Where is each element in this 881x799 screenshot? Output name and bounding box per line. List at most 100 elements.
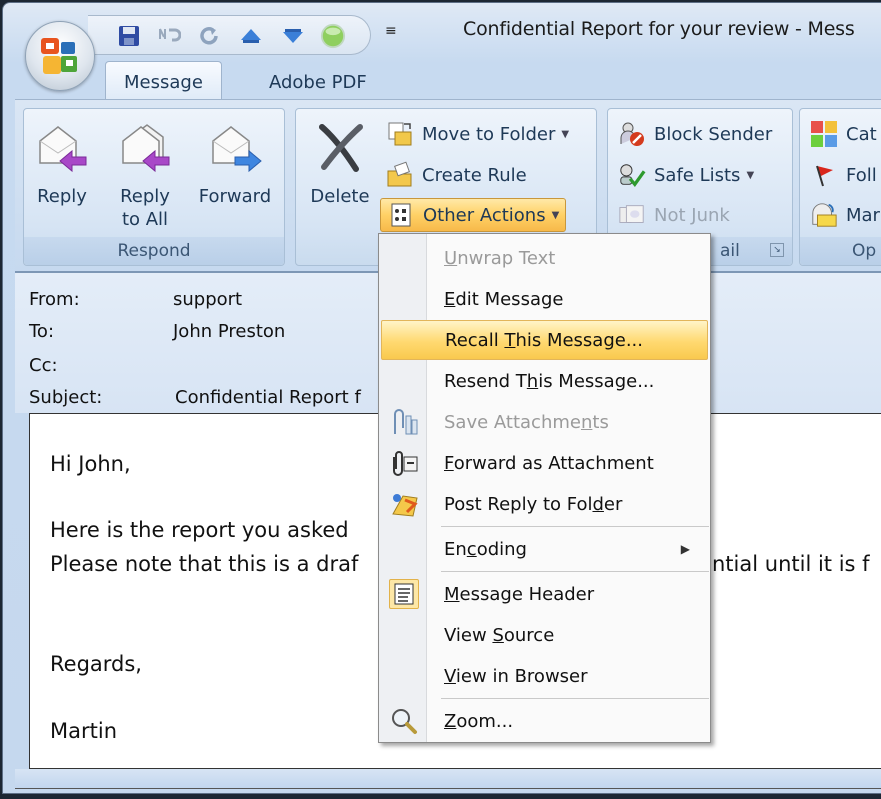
body-line-2-continued: ntial until it is f (712, 552, 870, 576)
menu-item-label: View Source (444, 625, 554, 646)
reply-icon (39, 126, 87, 173)
mark-unread-icon (812, 203, 837, 227)
undo-icon (159, 28, 181, 42)
undo-button[interactable] (156, 24, 182, 48)
reply-all-button[interactable]: Reply to All (110, 119, 180, 231)
menu-item-label-part: U (444, 247, 458, 269)
dialog-launcher-icon[interactable]: ↘ (770, 243, 784, 257)
not-junk-button[interactable]: Not Junk (612, 198, 736, 232)
delete-button[interactable]: Delete (302, 119, 378, 208)
next-item-icon (283, 29, 303, 43)
menu-item-unwrap-text[interactable]: Unwrap Text (381, 238, 708, 278)
menu-separator (441, 571, 709, 572)
previous-item-button[interactable] (238, 24, 264, 48)
mark-label: Mar (846, 204, 880, 226)
menu-item-label-part: E (444, 288, 456, 310)
next-item-button[interactable] (280, 24, 306, 48)
forward-button[interactable]: Forward (192, 119, 278, 208)
menu-item-zoom[interactable]: Zoom... (381, 701, 708, 741)
menu-item-label-part: essage Header (459, 583, 595, 605)
menu-item-label-part: er (603, 493, 623, 515)
follow-up-button[interactable]: Foll (804, 158, 881, 192)
menu-item-resend-this-message[interactable]: Resend This Message... (381, 361, 708, 401)
menu-item-label-part: S (492, 624, 504, 646)
menu-separator (441, 526, 709, 527)
reply-all-icon (122, 124, 170, 173)
categorize-label: Cat (846, 123, 877, 145)
menu-item-save-attachments[interactable]: Save Attachments (381, 402, 708, 442)
tab-adobe-pdf[interactable]: Adobe PDF (251, 61, 385, 103)
menu-item-message-header[interactable]: Message Header (381, 574, 708, 614)
safe-lists-button[interactable]: Safe Lists ▼ (612, 158, 760, 192)
menu-item-label: View in Browser (444, 666, 588, 687)
tab-message[interactable]: Message (105, 61, 222, 103)
from-label: From: (29, 289, 80, 310)
save-icon (119, 26, 139, 46)
menu-item-view-source[interactable]: View Source (381, 615, 708, 655)
menu-item-label-part: Recall (445, 329, 505, 351)
other-actions-label: Other Actions (423, 204, 546, 226)
mark-button[interactable]: Mar (804, 198, 881, 232)
create-rule-icon (387, 161, 412, 187)
save-button[interactable] (116, 24, 142, 48)
not-junk-label: Not Junk (654, 204, 730, 226)
menu-item-label-part: orward as Attachment (453, 452, 654, 474)
other-actions-icon (391, 203, 411, 227)
menu-item-label: Edit Message (444, 289, 563, 310)
office-button[interactable] (25, 21, 95, 91)
menu-item-label: Unwrap Text (444, 248, 555, 269)
menu-item-label: Resend This Message... (444, 371, 654, 392)
subject-label: Subject: (29, 387, 103, 408)
create-rule-label: Create Rule (422, 164, 527, 186)
create-rule-button[interactable]: Create Rule (380, 158, 533, 192)
body-closing: Regards, (50, 652, 142, 676)
menu-item-label: Zoom... (444, 711, 513, 732)
menu-item-post-reply-to-folder[interactable]: Post Reply to Folder (381, 484, 708, 524)
status-orb-button[interactable] (320, 23, 346, 49)
redo-button[interactable] (196, 24, 222, 48)
categorize-button[interactable]: Cat (804, 117, 881, 151)
menu-item-view-in-browser[interactable]: View in Browser (381, 656, 708, 696)
body-signature: Martin (50, 719, 117, 743)
move-to-folder-button[interactable]: Move to Folder ▼ (380, 117, 575, 151)
block-sender-label: Block Sender (654, 123, 773, 145)
menu-item-label-part: T (504, 329, 516, 351)
window-title: Confidential Report for your review - Me… (463, 18, 855, 40)
menu-item-label-part: Post Reply to Fol (444, 493, 593, 515)
safe-lists-label: Safe Lists (654, 164, 741, 186)
menu-item-recall-this-message[interactable]: Recall This Message... (381, 320, 708, 360)
group-options: Cat Foll Mar Op (799, 108, 881, 266)
body-line-1: Here is the report you asked (50, 518, 349, 542)
post-reply-to-folder-icon (392, 494, 418, 517)
delete-icon (319, 124, 363, 172)
group-respond-label: Respond (24, 237, 284, 265)
menu-item-label-part: En (444, 538, 467, 560)
reply-button[interactable]: Reply (32, 119, 92, 208)
dropdown-caret-icon: ▼ (561, 128, 570, 140)
other-actions-button[interactable]: Other Actions ▼ (380, 198, 567, 232)
group-respond: Reply Reply to All Forward Respond (23, 108, 285, 266)
menu-item-label-part: oding (476, 538, 527, 560)
menu-item-encoding[interactable]: Encoding ▶ (381, 529, 708, 569)
dropdown-caret-icon: ▼ (746, 169, 755, 181)
window-bottom-border (15, 769, 881, 789)
menu-separator (441, 698, 709, 699)
menu-item-label-part: h (526, 370, 539, 392)
menu-item-edit-message[interactable]: Edit Message (381, 279, 708, 319)
menu-item-label-part: c (466, 538, 477, 560)
quick-access-toolbar (88, 15, 371, 55)
menu-item-forward-as-attachment[interactable]: Forward as Attachment (381, 443, 708, 483)
to-value[interactable]: John Preston (173, 321, 285, 342)
block-sender-button[interactable]: Block Sender (612, 117, 778, 151)
follow-up-flag-icon (816, 165, 833, 187)
forward-as-attachment-icon (393, 451, 418, 476)
menu-item-label-part: Z (444, 710, 457, 732)
menu-item-label: Save Attachments (444, 412, 609, 433)
delete-label: Delete (310, 186, 370, 207)
status-orb-icon (320, 23, 346, 49)
other-actions-menu: Unwrap Text Edit Message Recall This Mes… (378, 233, 711, 743)
customize-qat-button[interactable]: ≡ (385, 23, 397, 39)
menu-item-label: Forward as Attachment (444, 453, 654, 474)
block-sender-icon (620, 122, 644, 146)
from-value[interactable]: support (173, 289, 242, 310)
